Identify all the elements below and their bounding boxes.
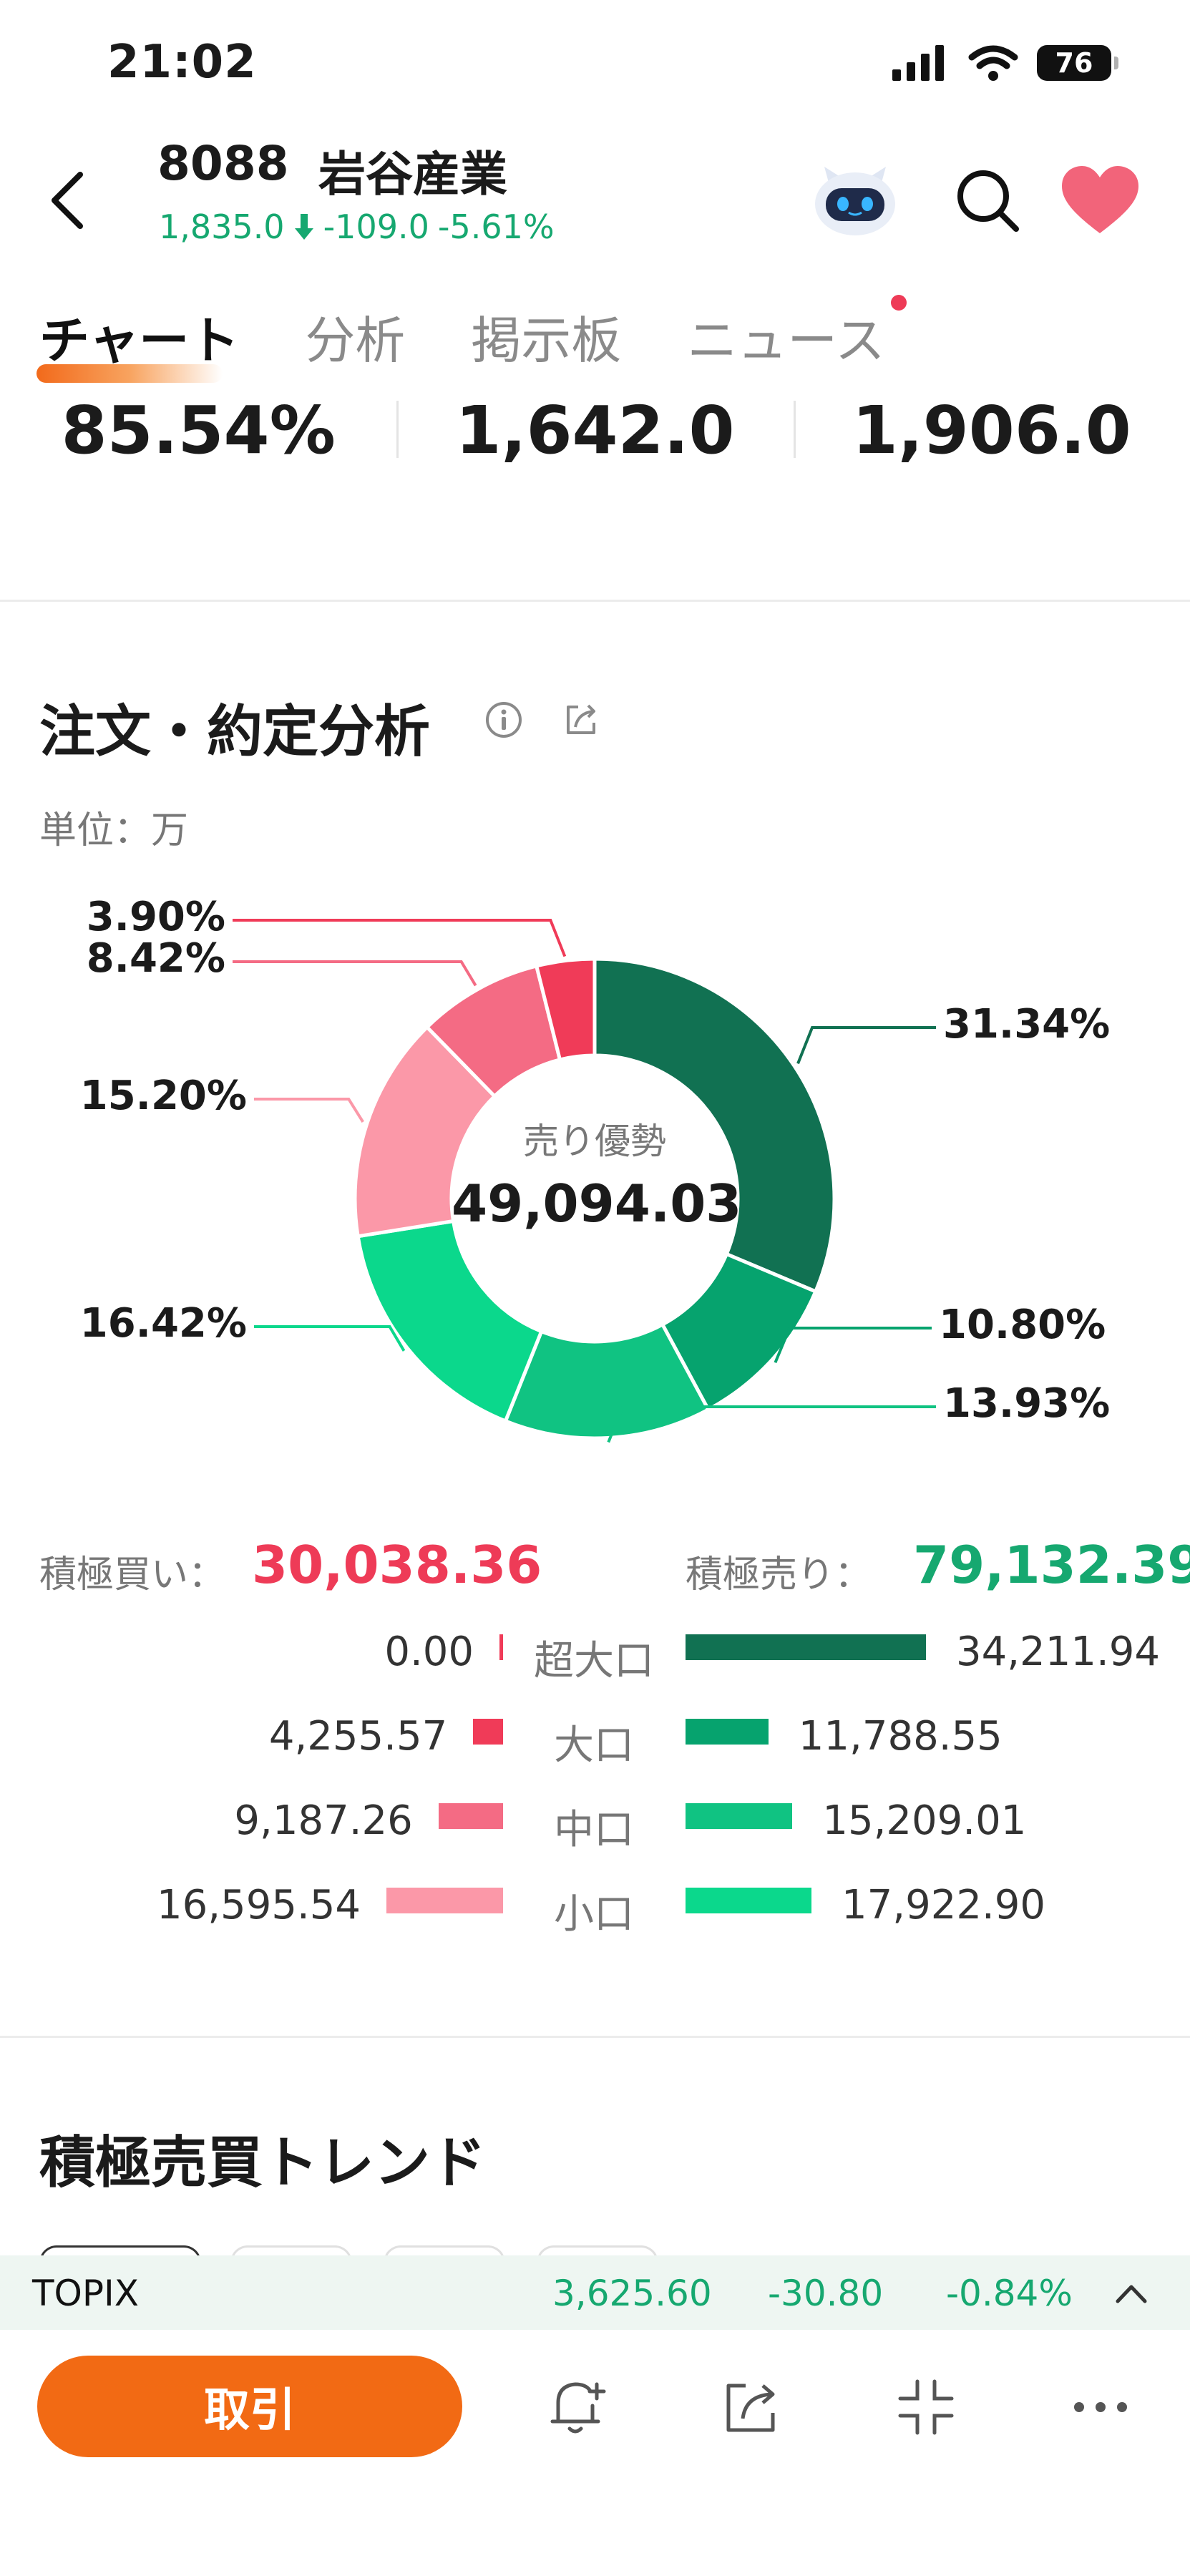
category-label: 超大口 [534, 1638, 654, 1684]
stats-row: 85.54% 1,642.0 1,906.0 [0, 392, 1190, 469]
buy-value: 4,255.57 [268, 1713, 448, 1760]
leader-line [233, 919, 567, 957]
tab-board-label: 掲示板 [471, 311, 622, 370]
breakdown-row-mid: 9,187.26 中口 15,209.01 [0, 1793, 1190, 1853]
tab-chart-label: チャート [39, 311, 240, 370]
stock-code: 8088 [157, 136, 289, 191]
slice-label: 13.93% [943, 1380, 1110, 1427]
collapse-icon[interactable] [893, 2374, 959, 2440]
stat-value-1: 85.54% [61, 392, 336, 469]
slice-label: 15.20% [80, 1073, 247, 1119]
category-label: 中口 [554, 1807, 634, 1853]
news-badge-dot [890, 295, 907, 311]
leader-line [254, 1325, 406, 1352]
sell-bar [686, 1888, 812, 1913]
sell-bar [686, 1634, 926, 1660]
index-value: 3,625.60 [552, 2273, 712, 2314]
buy-value: 9,187.26 [234, 1797, 413, 1844]
arrow-down-icon [294, 214, 313, 240]
share-out-icon[interactable] [718, 2374, 784, 2440]
sell-value: 17,922.90 [842, 1882, 1046, 1928]
back-icon[interactable] [36, 165, 100, 236]
robot-icon[interactable] [809, 161, 902, 240]
slice-label: 8.42% [87, 935, 225, 982]
tab-bar: チャート 分析 掲示板 ニュース [36, 295, 951, 383]
chevron-up-icon[interactable] [1113, 2277, 1149, 2308]
buy-bar [499, 1634, 503, 1660]
donut-slice [356, 1219, 544, 1424]
leader-line [233, 960, 477, 987]
tab-analysis[interactable]: 分析 [305, 301, 405, 373]
tab-chart[interactable]: チャート [36, 301, 240, 383]
index-change: -30.80 [768, 2273, 884, 2314]
stock-price: 1,835.0 [159, 208, 285, 246]
battery-level: 76 [1055, 47, 1093, 79]
trend-section-title: 積極売買トレンド [39, 2131, 487, 2195]
section-title: 注文・約定分析 [39, 700, 431, 764]
share-icon[interactable] [561, 700, 601, 740]
sell-value: 34,211.94 [956, 1629, 1161, 1675]
stat-value-2: 1,642.0 [396, 392, 793, 469]
tab-analysis-label: 分析 [305, 311, 406, 370]
search-icon[interactable] [952, 165, 1023, 236]
info-icon[interactable] [484, 700, 524, 740]
unit-label: 単位：万 [39, 809, 189, 852]
donut-center-value: 49,094.03 [452, 1174, 742, 1234]
slice-label: 10.80% [939, 1302, 1106, 1348]
buy-value: 0.00 [384, 1629, 474, 1675]
trade-button[interactable]: 取引 [37, 2356, 462, 2457]
sell-bar [686, 1719, 769, 1745]
active-buy-value: 30,038.36 [252, 1535, 542, 1595]
slice-label: 31.34% [943, 1001, 1110, 1048]
stock-name: 岩谷産業 [318, 147, 507, 202]
index-name: TOPIX [32, 2273, 140, 2314]
breakdown-row-small: 16,595.54 小口 17,922.90 [0, 1878, 1190, 1938]
sell-value: 11,788.55 [798, 1713, 1003, 1760]
heart-icon[interactable] [1059, 163, 1141, 238]
index-ticker[interactable]: TOPIX 3,625.60 -30.80 -0.84% [0, 2255, 1190, 2330]
index-change-pct: -0.84% [946, 2273, 1073, 2314]
signal-icon [892, 45, 944, 81]
active-sell-label: 積極売り： [686, 1553, 872, 1596]
category-label: 大口 [554, 1722, 634, 1769]
active-sell-value: 79,132.39 [913, 1535, 1190, 1595]
stat-value-3: 1,906.0 [793, 392, 1190, 469]
sell-value: 15,209.01 [822, 1797, 1027, 1844]
breakdown-row-super: 0.00 超大口 34,211.94 [0, 1624, 1190, 1684]
slice-label: 16.42% [80, 1300, 247, 1347]
section-divider [0, 2036, 1190, 2038]
stock-change: -109.0 [323, 208, 429, 246]
buy-bar [438, 1803, 503, 1829]
status-time: 21:02 [107, 36, 257, 89]
leader-line [254, 1098, 364, 1123]
sell-bar [686, 1803, 793, 1829]
buy-bar [473, 1719, 503, 1745]
stock-change-pct: -5.61% [437, 208, 555, 246]
wifi-icon [968, 45, 1018, 81]
leader-line [774, 1327, 932, 1364]
category-label: 小口 [554, 1891, 634, 1938]
breakdown-row-large: 4,255.57 大口 11,788.55 [0, 1709, 1190, 1769]
bell-plus-icon[interactable] [544, 2374, 610, 2440]
more-icon[interactable] [1068, 2374, 1133, 2440]
buy-value: 16,595.54 [157, 1882, 361, 1928]
donut-center-label: 売り優勢 [523, 1121, 666, 1162]
status-icons: 76 [892, 44, 1118, 82]
leader-line [796, 1026, 936, 1065]
quote-line: 1,835.0 -109.0 -5.61% [159, 208, 555, 246]
tab-board[interactable]: 掲示板 [471, 301, 621, 373]
battery-indicator: 76 [1037, 45, 1118, 81]
buy-bar [386, 1888, 503, 1913]
slice-label: 3.90% [87, 894, 225, 940]
tab-news[interactable]: ニュース [687, 295, 907, 373]
tab-news-label: ニュース [687, 311, 885, 370]
active-buy-label: 積極買い： [39, 1553, 226, 1596]
section-divider [0, 600, 1190, 602]
